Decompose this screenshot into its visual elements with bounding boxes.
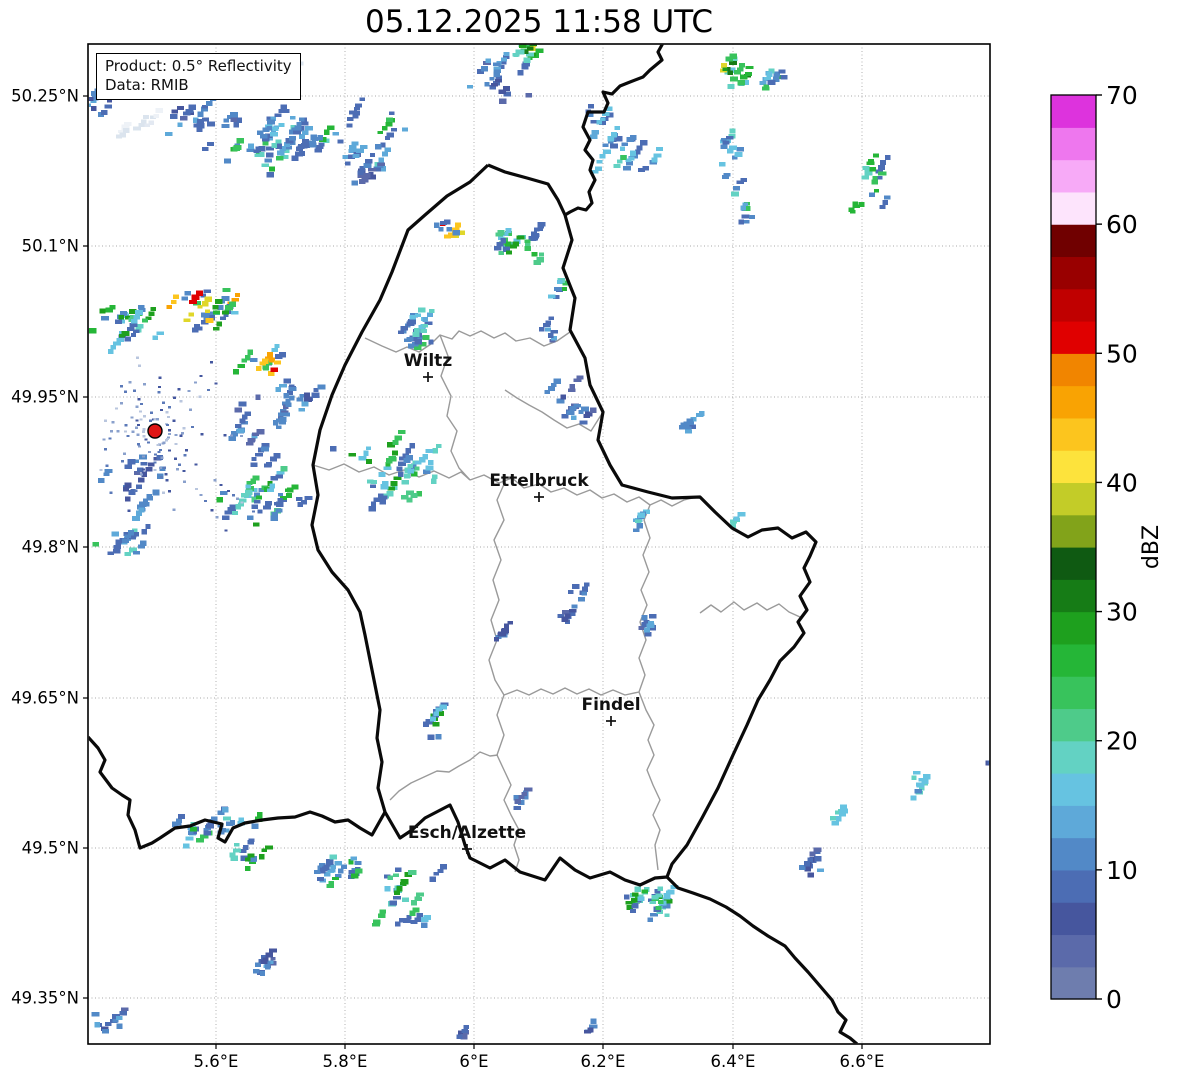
city-label: Wiltz <box>404 351 453 371</box>
colorbar-tick-label: 40 <box>1106 468 1138 497</box>
canton-borders <box>312 330 801 873</box>
city-label: Esch/Alzette <box>408 823 526 843</box>
border-luxembourg <box>310 163 818 887</box>
colorbar-tick-label: 20 <box>1106 727 1138 756</box>
canton-border-line <box>503 687 640 696</box>
grid-lines <box>88 44 990 1044</box>
city-label: Findel <box>581 695 640 715</box>
x-tick-label: 6°E <box>459 1052 488 1071</box>
colorbar-tick-label: 0 <box>1106 985 1122 1014</box>
radar-site-marker <box>147 423 163 439</box>
colorbar: 0 10 20 30 40 50 60 70 dBZ <box>1050 81 1164 1014</box>
radar-viewer: 05.12.2025 11:58 UTC Product: 0.5° Refle… <box>0 0 1184 1081</box>
product-line: Product: 0.5° Reflectivity <box>105 57 292 75</box>
y-tick-label: 49.35°N <box>11 989 79 1008</box>
canton-border-line <box>312 463 471 481</box>
y-tick-label: 49.65°N <box>11 689 79 708</box>
canton-border-line <box>364 330 571 353</box>
colorbar-tick-label: 30 <box>1106 598 1138 627</box>
y-tick-label: 49.5°N <box>22 839 79 858</box>
x-tick-label: 5.8°E <box>323 1052 368 1071</box>
map-annotations: Wiltz Ettelbruck Findel Esch/Alzette <box>147 351 641 854</box>
x-tick-label: 5.6°E <box>194 1052 239 1071</box>
product-info-box: Product: 0.5° Reflectivity Data: RMIB <box>96 53 301 100</box>
colorbar-tick-label: 50 <box>1106 339 1138 368</box>
data-source-line: Data: RMIB <box>105 76 189 94</box>
colorbar-tick-label: 60 <box>1106 210 1138 239</box>
canton-border-line <box>638 504 661 871</box>
border-be-de <box>564 44 664 217</box>
canton-border-line <box>488 481 520 873</box>
canton-border-line <box>389 751 499 801</box>
border-fr-de <box>665 875 859 1044</box>
colorbar-axis-label: dBZ <box>1139 525 1164 569</box>
country-borders <box>88 44 859 1044</box>
radar-map-canvas: Wiltz Ettelbruck Findel Esch/Alzette 5.6°E 5.… <box>11 43 1164 1071</box>
x-tick-label: 6.4°E <box>711 1052 756 1071</box>
y-tick-label: 50.25°N <box>11 87 79 106</box>
city-label: Ettelbruck <box>489 471 589 491</box>
y-tick-label: 49.95°N <box>11 388 79 407</box>
y-tick-label: 49.8°N <box>22 538 79 557</box>
canton-border-line <box>699 601 801 618</box>
border-be-fr <box>88 735 387 850</box>
x-tick-label: 6.6°E <box>840 1052 885 1071</box>
colorbar-tick-label: 10 <box>1106 856 1138 885</box>
y-tick-label: 50.1°N <box>22 237 79 256</box>
x-tick-label: 6.2°E <box>581 1052 626 1071</box>
plot-frame <box>87 43 991 1045</box>
colorbar-tick-label: 70 <box>1106 81 1138 110</box>
